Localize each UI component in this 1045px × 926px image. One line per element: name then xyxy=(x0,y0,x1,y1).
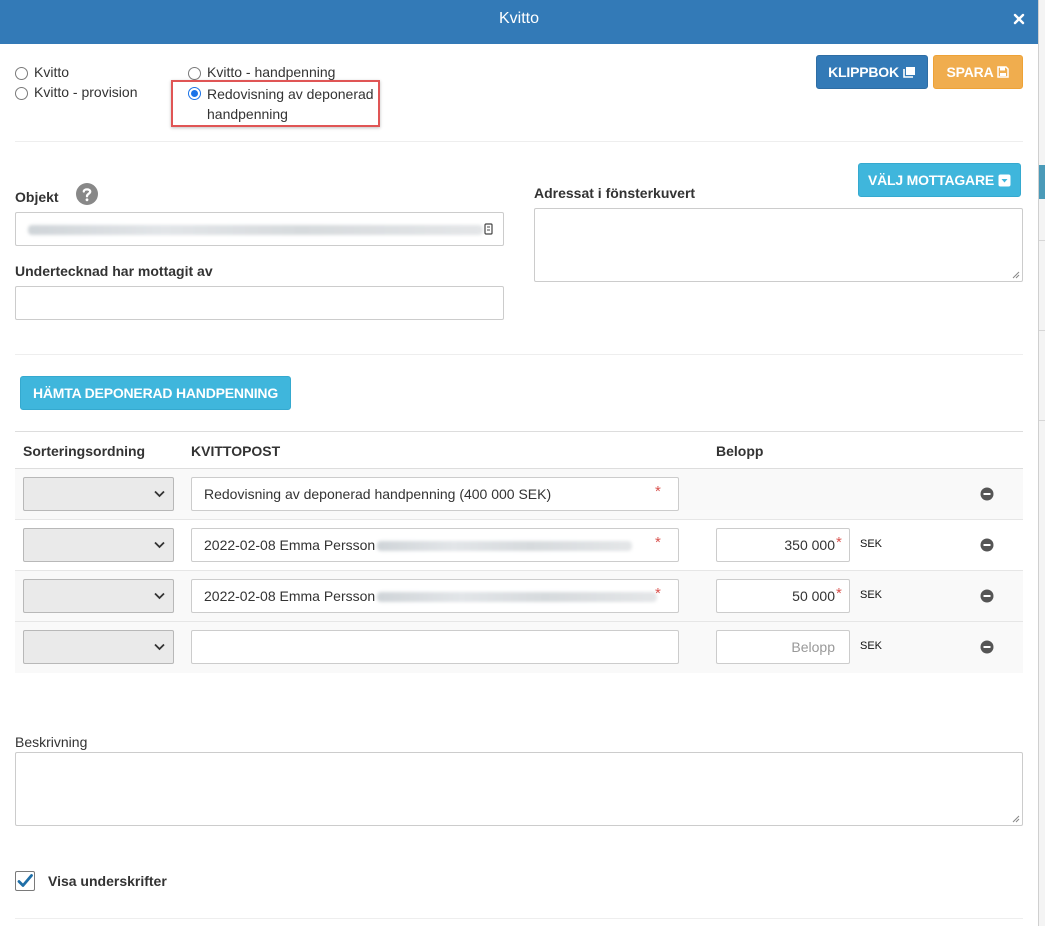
radio-kvitto[interactable]: Kvitto xyxy=(15,64,69,80)
background-divider xyxy=(1039,420,1045,421)
section-divider xyxy=(15,141,1023,142)
receipt-item-input[interactable] xyxy=(191,630,679,664)
description-label: Beskrivning xyxy=(15,734,88,750)
background-divider xyxy=(1039,240,1045,241)
selection-highlight-box xyxy=(171,80,380,127)
radio-label-kvitto-handpenning: Kvitto - handpenning xyxy=(207,64,336,80)
currency-label: SEK xyxy=(860,538,883,550)
save-button[interactable]: SPARA xyxy=(933,55,1023,89)
save-button-label: SPARA xyxy=(946,64,994,80)
section-divider xyxy=(15,918,1023,919)
table-row: 2022-02-08 Emma Persson * 350 000 * SEK xyxy=(15,520,1023,571)
address-label: Adressat i fönsterkuvert xyxy=(534,185,696,201)
background-page-edge xyxy=(1038,0,1045,926)
clipboard-button-label: KLIPPBOK xyxy=(828,64,899,80)
amount-input[interactable]: 350 000 xyxy=(716,528,850,562)
chevron-down-icon xyxy=(154,490,165,498)
checkmark-icon xyxy=(17,874,33,887)
amount-placeholder: Belopp xyxy=(791,639,835,655)
amount-value: 50 000 xyxy=(792,588,835,604)
table-row: Redovisning av deponerad handpenning (40… xyxy=(15,469,1023,520)
object-value-redacted xyxy=(28,225,483,235)
required-marker: * xyxy=(836,585,842,602)
remove-row-icon[interactable] xyxy=(980,589,994,603)
background-divider xyxy=(1039,330,1045,331)
receipt-item-text: Redovisning av deponerad handpenning (40… xyxy=(204,486,552,502)
sort-order-select[interactable] xyxy=(23,528,174,562)
receipt-item-redacted xyxy=(377,592,657,602)
choose-recipient-label: VÄLJ MOTTAGARE xyxy=(867,172,995,188)
book-icon xyxy=(903,67,915,78)
received-by-input[interactable] xyxy=(15,286,504,320)
table-row: Belopp SEK xyxy=(15,622,1023,673)
column-header-sort-order: Sorteringsordning xyxy=(23,443,146,459)
amount-value: 350 000 xyxy=(784,537,835,553)
resize-handle-icon[interactable] xyxy=(1012,815,1020,823)
floppy-disk-icon xyxy=(997,66,1010,78)
receipt-item-input[interactable]: 2022-02-08 Emma Persson xyxy=(191,579,679,613)
chevron-down-icon xyxy=(154,541,165,549)
required-marker: * xyxy=(836,534,842,551)
fetch-deposited-label: HÄMTA DEPONERAD HANDPENNING xyxy=(32,385,279,401)
description-textarea[interactable] xyxy=(15,752,1023,826)
column-header-amount: Belopp xyxy=(716,443,764,459)
remove-row-icon[interactable] xyxy=(980,538,994,552)
required-marker: * xyxy=(655,585,661,602)
received-by-label: Undertecknad har mottagit av xyxy=(15,263,213,279)
sort-order-select[interactable] xyxy=(23,477,174,511)
sort-order-select[interactable] xyxy=(23,579,174,613)
receipt-table-header: Sorteringsordning KVITTOPOST Belopp xyxy=(15,431,1023,469)
chevron-down-icon xyxy=(154,643,165,651)
receipt-item-text: 2022-02-08 Emma Persson xyxy=(204,537,376,553)
show-signatures-checkbox[interactable] xyxy=(15,871,35,891)
fetch-deposited-handpenning-button[interactable]: HÄMTA DEPONERAD HANDPENNING xyxy=(20,376,291,410)
radio-circle[interactable] xyxy=(188,67,201,80)
currency-label: SEK xyxy=(860,640,883,652)
remove-row-icon[interactable] xyxy=(980,640,994,654)
column-header-receipt-item: KVITTOPOST xyxy=(191,443,281,459)
radio-circle[interactable] xyxy=(15,67,28,80)
radio-label-kvitto: Kvitto xyxy=(34,64,70,80)
receipt-item-input[interactable]: 2022-02-08 Emma Persson xyxy=(191,528,679,562)
sort-order-select[interactable] xyxy=(23,630,174,664)
background-tab xyxy=(1039,165,1045,199)
radio-circle[interactable] xyxy=(15,87,28,100)
dialog-title: Kvitto xyxy=(498,10,539,27)
show-signatures-label: Visa underskrifter xyxy=(48,873,167,889)
help-icon[interactable] xyxy=(76,183,98,205)
required-marker: * xyxy=(655,483,661,500)
choose-recipient-button[interactable]: VÄLJ MOTTAGARE xyxy=(858,163,1021,197)
resize-handle-icon[interactable] xyxy=(1012,271,1020,279)
remove-row-icon[interactable] xyxy=(980,487,994,501)
close-icon[interactable] xyxy=(1012,12,1026,26)
object-label: Objekt xyxy=(15,189,59,205)
dropdown-square-icon xyxy=(998,174,1011,186)
required-marker: * xyxy=(655,534,661,551)
currency-label: SEK xyxy=(860,589,883,601)
amount-input[interactable]: 50 000 xyxy=(716,579,850,613)
receipt-item-input[interactable]: Redovisning av deponerad handpenning (40… xyxy=(191,477,679,511)
radio-kvitto-provision[interactable]: Kvitto - provision xyxy=(15,84,137,100)
chevron-down-icon xyxy=(154,592,165,600)
clipboard-button[interactable]: KLIPPBOK xyxy=(816,55,928,89)
dialog-title-bar: Kvitto xyxy=(0,0,1038,44)
section-divider xyxy=(15,354,1023,355)
table-row: 2022-02-08 Emma Persson * 50 000 * SEK xyxy=(15,571,1023,622)
radio-kvitto-handpenning[interactable]: Kvitto - handpenning xyxy=(188,64,335,80)
radio-label-kvitto-provision: Kvitto - provision xyxy=(34,84,138,100)
object-field[interactable] xyxy=(15,212,504,246)
receipt-item-text: 2022-02-08 Emma Persson xyxy=(204,588,376,604)
copy-icon[interactable] xyxy=(484,223,493,235)
receipt-item-redacted xyxy=(377,541,632,551)
address-textarea[interactable] xyxy=(534,208,1023,282)
amount-input[interactable]: Belopp xyxy=(716,630,850,664)
